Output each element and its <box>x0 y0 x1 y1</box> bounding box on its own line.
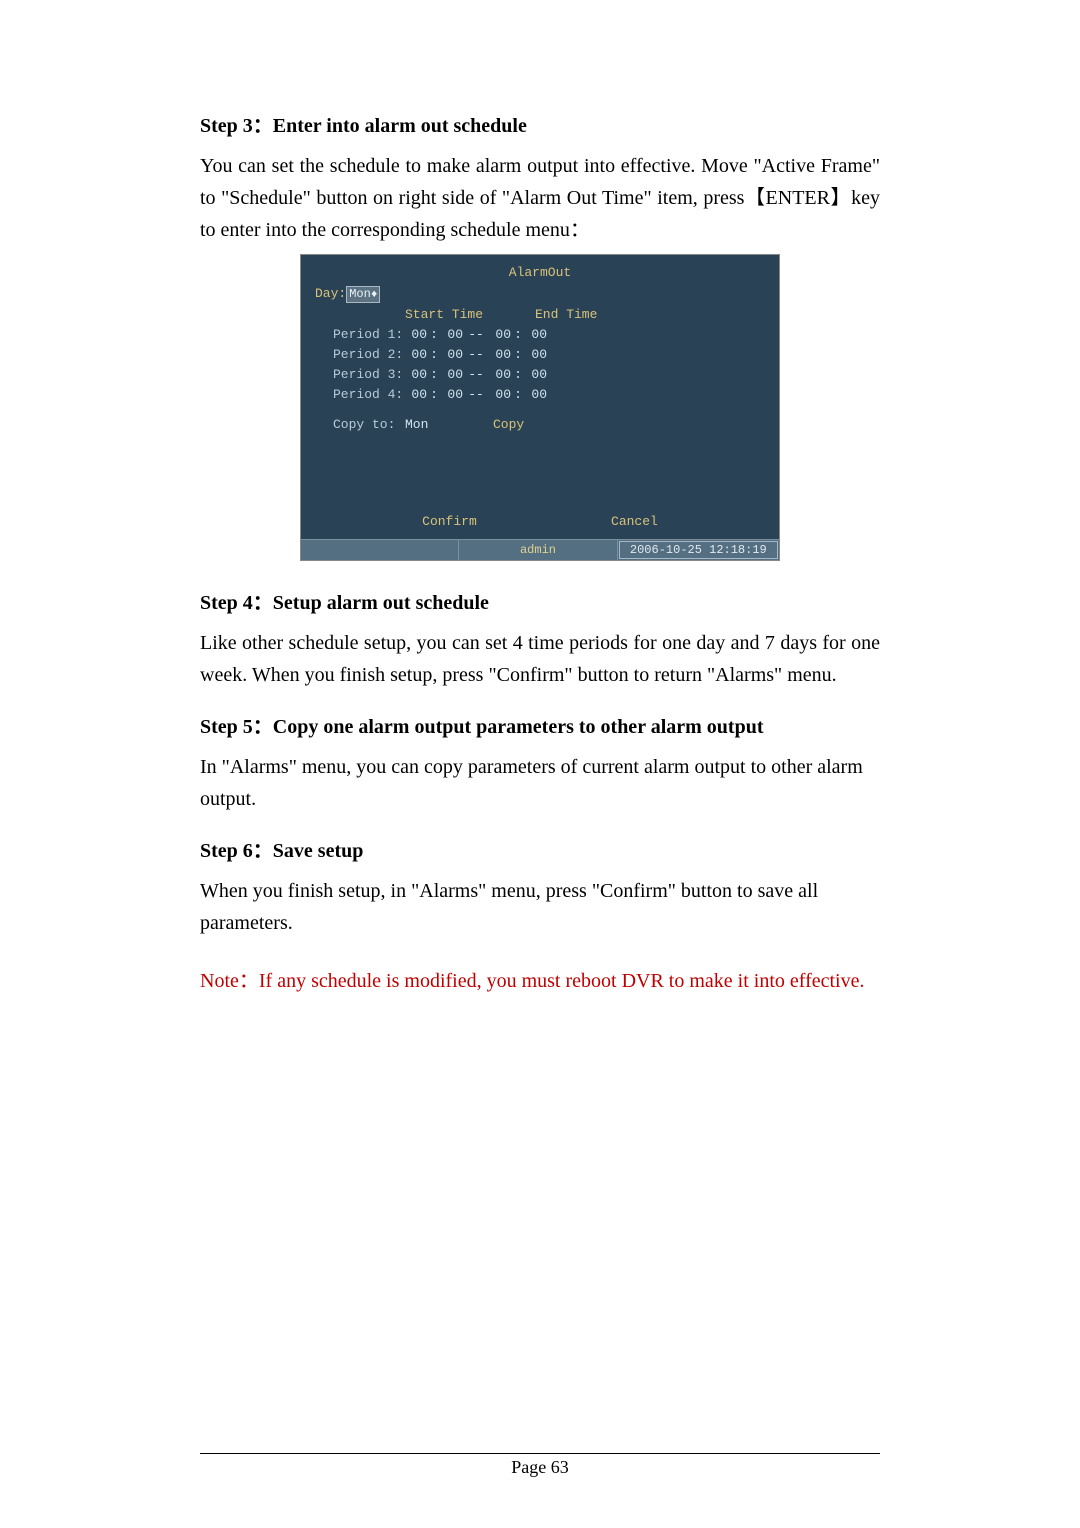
period-label: Period 3: <box>333 367 405 382</box>
note-text: Note：If any schedule is modified, you mu… <box>200 965 880 997</box>
period-label: Period 1: <box>333 327 405 342</box>
footer-rule <box>200 1453 880 1454</box>
step6-heading: Step 6：Save setup <box>200 840 363 862</box>
step3-body: You can set the schedule to make alarm o… <box>200 150 880 246</box>
start-min-field[interactable]: 00 <box>441 387 463 402</box>
end-min-field[interactable]: 00 <box>525 327 547 342</box>
period-row: Period 3: 00 : 00 -- 00 : 00 <box>333 364 765 384</box>
start-min-field[interactable]: 00 <box>441 347 463 362</box>
step5-body: In "Alarms" menu, you can copy parameter… <box>200 751 880 815</box>
dvr-screenshot: AlarmOut Day:Mon♦ Start Time End Time Pe… <box>300 254 780 561</box>
dvr-title: AlarmOut <box>315 265 765 280</box>
dvr-status-bar: admin 2006-10-25 12:18:19 <box>301 539 779 560</box>
step6-body: When you finish setup, in "Alarms" menu,… <box>200 875 880 939</box>
end-hour-field[interactable]: 00 <box>489 387 511 402</box>
start-min-field[interactable]: 00 <box>441 367 463 382</box>
end-min-field[interactable]: 00 <box>525 367 547 382</box>
start-hour-field[interactable]: 00 <box>405 347 427 362</box>
status-datetime: 2006-10-25 12:18:19 <box>619 541 778 559</box>
step4-body: Like other schedule setup, you can set 4… <box>200 627 880 691</box>
period-label: Period 4: <box>333 387 405 402</box>
confirm-button[interactable]: Confirm <box>422 514 477 529</box>
step3-heading: Step 3：Enter into alarm out schedule <box>200 115 527 137</box>
end-hour-field[interactable]: 00 <box>489 367 511 382</box>
status-user: admin <box>459 540 617 560</box>
end-hour-field[interactable]: 00 <box>489 327 511 342</box>
end-hour-field[interactable]: 00 <box>489 347 511 362</box>
page-number: Page 63 <box>0 1457 1080 1478</box>
start-min-field[interactable]: 00 <box>441 327 463 342</box>
period-label: Period 2: <box>333 347 405 362</box>
updown-arrows-icon: ♦ <box>371 289 378 301</box>
start-hour-field[interactable]: 00 <box>405 387 427 402</box>
end-min-field[interactable]: 00 <box>525 347 547 362</box>
copy-button[interactable]: Copy <box>493 417 524 432</box>
period-row: Period 4: 00 : 00 -- 00 : 00 <box>333 384 765 404</box>
copy-to-label: Copy to: <box>333 417 405 432</box>
period-row: Period 2: 00 : 00 -- 00 : 00 <box>333 344 765 364</box>
period-row: Period 1: 00 : 00 -- 00 : 00 <box>333 324 765 344</box>
cancel-button[interactable]: Cancel <box>611 514 658 529</box>
dvr-day-label: Day: <box>315 286 346 301</box>
dvr-time-header: Start Time End Time <box>405 307 765 322</box>
end-min-field[interactable]: 00 <box>525 387 547 402</box>
start-hour-field[interactable]: 00 <box>405 327 427 342</box>
start-hour-field[interactable]: 00 <box>405 367 427 382</box>
copy-to-selector[interactable]: Mon <box>405 417 493 432</box>
step4-heading: Step 4：Setup alarm out schedule <box>200 592 489 614</box>
step5-heading: Step 5：Copy one alarm output parameters … <box>200 716 764 738</box>
day-selector[interactable]: Mon♦ <box>346 286 380 303</box>
